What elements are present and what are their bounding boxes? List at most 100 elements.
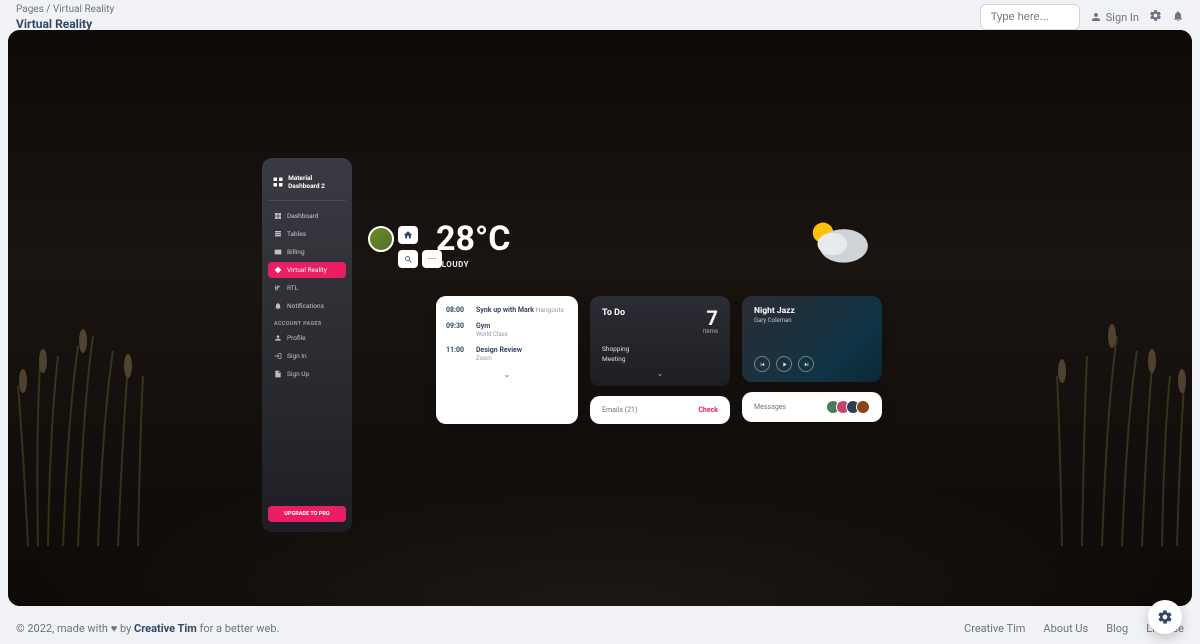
home-icon (403, 230, 413, 240)
search-icon (404, 255, 413, 264)
home-button[interactable] (398, 226, 418, 244)
todo-title: To Do (602, 308, 625, 318)
todo-card: To Do 7 items Shopping Meeting ⌄ (590, 296, 730, 386)
music-title: Night Jazz (754, 306, 870, 316)
weather-temp: 28°C (436, 222, 511, 256)
page-title: Virtual Reality (16, 17, 114, 31)
todo-item: Meeting (602, 355, 718, 363)
sidebar-item-label: Billing (287, 248, 305, 256)
sidebar-item-virtual-reality[interactable]: Virtual Reality (268, 262, 346, 278)
music-artist: Gary Coleman (754, 317, 870, 324)
sidebar-item-tables[interactable]: Tables (268, 226, 346, 242)
sidebar-item-signin[interactable]: Sign In (268, 348, 346, 364)
sidebar-item-billing[interactable]: Billing (268, 244, 346, 260)
emails-card[interactable]: Emails (21) Check (590, 396, 730, 424)
schedule-time: 08:00 (446, 306, 468, 314)
avatar-group (826, 400, 870, 414)
next-icon (803, 361, 810, 368)
schedule-title-muted: Hangouts (536, 306, 564, 314)
breadcrumb-root[interactable]: Pages (16, 4, 44, 15)
sidebar-brand[interactable]: Material Dashboard 2 (268, 168, 346, 201)
schedule-title: Design Review (476, 346, 568, 354)
music-card: Night Jazz Gary Coleman (742, 296, 882, 382)
weather-widget: 28°C CLOUDY (436, 222, 511, 269)
search-input[interactable] (980, 4, 1080, 30)
weather-desc: CLOUDY (436, 260, 511, 269)
signin-link[interactable]: Sign In (1090, 11, 1139, 24)
footer-author[interactable]: Creative Tim (134, 622, 197, 635)
sidebar-item-profile[interactable]: Profile (268, 330, 346, 346)
brand-label: Material Dashboard 2 (288, 174, 342, 190)
schedule-row[interactable]: 09:30 Gym World Class (446, 322, 568, 338)
grass-decoration-left (8, 266, 188, 546)
topbar: Pages / Virtual Reality Virtual Reality … (0, 0, 1200, 26)
weather-icon (800, 216, 876, 275)
schedule-title: Gym (476, 322, 568, 330)
breadcrumb-current: Virtual Reality (53, 4, 114, 15)
rtl-icon (274, 284, 282, 292)
cards-row: 08:00 Synk up with Mark Hangouts 09:30 G… (436, 296, 882, 424)
bell-icon[interactable] (1172, 10, 1184, 25)
sidebar-item-label: Notifications (287, 302, 324, 310)
prev-icon (759, 361, 766, 368)
billing-icon (274, 248, 282, 256)
search-button[interactable] (398, 250, 418, 268)
upgrade-button[interactable]: UPGRADE TO PRO (268, 506, 346, 522)
music-next-button[interactable] (798, 356, 814, 372)
schedule-title: Synk up with Mark (476, 306, 534, 314)
bell-icon (274, 302, 282, 310)
footer-copyright: © 2022, made with ♥ by Creative Tim for … (16, 622, 279, 635)
music-prev-button[interactable] (754, 356, 770, 372)
todo-items-label: items (703, 328, 718, 335)
messages-card[interactable]: Messages (742, 392, 882, 422)
gear-icon[interactable] (1149, 9, 1162, 25)
schedule-subtitle: Zoom (476, 355, 568, 362)
sidebar-item-notifications[interactable]: Notifications (268, 298, 346, 314)
topbar-left: Pages / Virtual Reality Virtual Reality (16, 4, 114, 31)
vr-container: Material Dashboard 2 Dashboard Tables Bi… (8, 30, 1192, 606)
breadcrumb: Pages / Virtual Reality (16, 4, 114, 15)
sidebar-item-signup[interactable]: Sign Up (268, 366, 346, 382)
signin-icon (274, 352, 282, 360)
user-icon (1090, 11, 1102, 23)
emails-label: Emails (21) (602, 406, 637, 414)
signup-icon (274, 370, 282, 378)
brand-icon (272, 175, 284, 189)
footer-link-creative-tim[interactable]: Creative Tim (964, 622, 1025, 635)
sidebar-item-label: Tables (287, 230, 306, 238)
sidebar-item-label: Virtual Reality (287, 266, 327, 274)
sidebar-item-dashboard[interactable]: Dashboard (268, 208, 346, 224)
signin-label: Sign In (1106, 11, 1139, 24)
sidebar-item-label: Profile (287, 334, 306, 342)
sidebar-item-rtl[interactable]: RTL (268, 280, 346, 296)
schedule-row[interactable]: 08:00 Synk up with Mark Hangouts (446, 306, 568, 314)
todo-expand[interactable]: ⌄ (602, 369, 718, 378)
gear-icon (1157, 609, 1173, 625)
sidebar-item-label: Sign In (287, 352, 307, 360)
footer-link-about[interactable]: About Us (1043, 622, 1088, 635)
settings-fab[interactable] (1148, 600, 1182, 634)
avatar[interactable] (856, 400, 870, 414)
messages-label: Messages (754, 403, 786, 411)
user-icon (274, 334, 282, 342)
sidebar-section-label: ACCOUNT PAGES (268, 315, 346, 329)
sidebar-item-label: Sign Up (287, 370, 309, 378)
breadcrumb-sep: / (46, 4, 53, 15)
dashboard-icon (274, 212, 282, 220)
schedule-subtitle: World Class (476, 331, 568, 338)
sidebar: Material Dashboard 2 Dashboard Tables Bi… (262, 158, 352, 532)
footer-link-blog[interactable]: Blog (1106, 622, 1128, 635)
sidebar-item-label: Dashboard (287, 212, 318, 220)
schedule-time: 11:00 (446, 346, 468, 362)
music-play-button[interactable] (776, 356, 792, 372)
schedule-card: 08:00 Synk up with Mark Hangouts 09:30 G… (436, 296, 578, 424)
table-icon (274, 230, 282, 238)
avatar[interactable] (368, 226, 394, 252)
emails-check-link[interactable]: Check (698, 406, 718, 414)
schedule-row[interactable]: 11:00 Design Review Zoom (446, 346, 568, 362)
schedule-expand[interactable]: ⌄ (446, 370, 568, 379)
topbar-right: Sign In (980, 4, 1184, 30)
todo-item: Shopping (602, 345, 718, 353)
footer: © 2022, made with ♥ by Creative Tim for … (0, 614, 1200, 643)
todo-count: 7 (703, 308, 718, 328)
